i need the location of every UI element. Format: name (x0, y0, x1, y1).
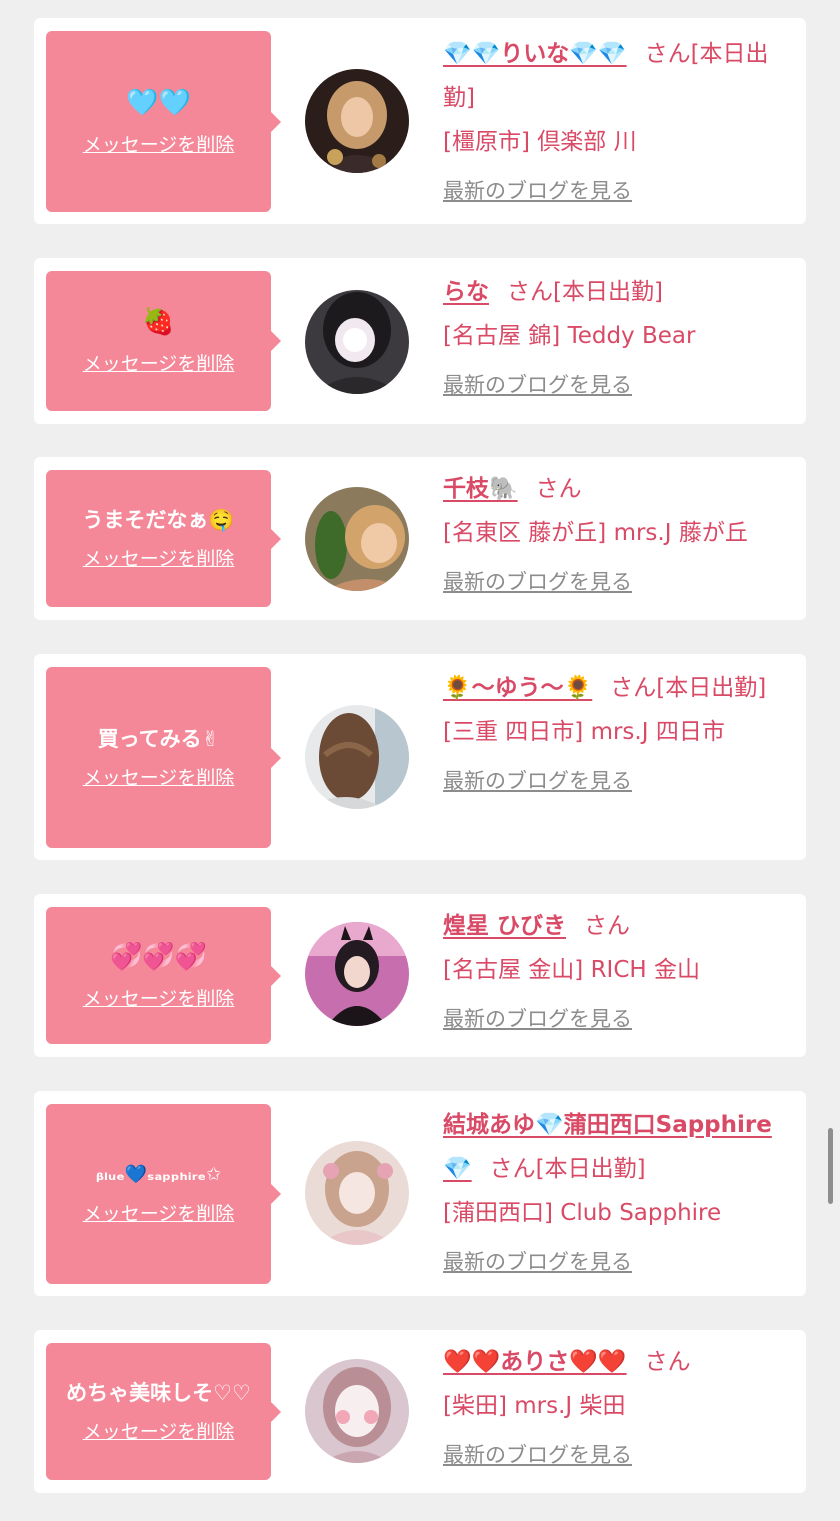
delete-message-link[interactable]: メッセージを削除 (83, 986, 235, 1012)
scrollbar[interactable] (828, 1128, 833, 1204)
shop-info: [橿原市] 倶楽部 川 (443, 129, 637, 155)
honorific: さん (610, 675, 657, 701)
girl-name-link[interactable]: 煌星 ひびき (443, 913, 566, 939)
honorific: さん (507, 279, 553, 305)
message-bubble: うまそだなぁ🤤 メッセージを削除 (46, 470, 281, 607)
honorific: さん (584, 913, 631, 939)
latest-blog-link[interactable]: 最新のブログを見る (443, 567, 632, 597)
work-status: [本日出勤] (656, 675, 767, 701)
shop-info: [柴田] mrs.J 柴田 (443, 1393, 626, 1419)
message-text: 💞💞💞 (109, 941, 208, 972)
honorific: さん (535, 476, 582, 502)
avatar[interactable] (305, 69, 409, 173)
message-bubble: ᵦₗᵤₑ💙ₛₐₚₚₕᵢᵣₑ✩ メッセージを削除 (46, 1104, 281, 1284)
girl-info: 🌻〜ゆう〜🌻 さん[本日出勤] [三重 四日市] mrs.J 四日市 最新のブログ… (443, 666, 795, 796)
message-bubble: 💞💞💞 メッセージを削除 (46, 907, 281, 1044)
latest-blog-link[interactable]: 最新のブログを見る (443, 1004, 632, 1034)
latest-blog-link[interactable]: 最新のブログを見る (443, 176, 632, 206)
delete-message-link[interactable]: メッセージを削除 (83, 351, 235, 377)
list-item: 🩵🩵 メッセージを削除 💎💎りいな💎💎 さん[本日出勤] [橿原市] 倶楽部 川 … (34, 18, 806, 224)
message-bubble: 🩵🩵 メッセージを削除 (46, 31, 281, 212)
list-item: 💞💞💞 メッセージを削除 煌星 ひびき さん [名古屋 金山] RICH 金山 最… (34, 894, 806, 1057)
work-status: [本日出勤] (535, 1156, 646, 1182)
message-text: 🩵🩵 (126, 87, 191, 118)
avatar[interactable] (305, 922, 409, 1026)
girl-info: 煌星 ひびき さん [名古屋 金山] RICH 金山 最新のブログを見る (443, 904, 795, 1034)
girl-info: 結城あゆ💎蒲田西口Sapphire💎 さん[本日出勤] [蒲田西口] Club S… (443, 1103, 795, 1277)
shop-info: [名古屋 錦] Teddy Bear (443, 323, 696, 349)
message-text: うまそだなぁ🤤 (82, 507, 235, 532)
shop-info: [名東区 藤が丘] mrs.J 藤が丘 (443, 520, 748, 546)
latest-blog-link[interactable]: 最新のブログを見る (443, 766, 632, 796)
delete-message-link[interactable]: メッセージを削除 (83, 1419, 235, 1445)
message-bubble: 買ってみる✌ メッセージを削除 (46, 667, 281, 848)
latest-blog-link[interactable]: 最新のブログを見る (443, 1247, 632, 1277)
message-text: めちゃ美味しそ♡♡ (66, 1380, 251, 1405)
avatar[interactable] (305, 1141, 409, 1245)
shop-info: [名古屋 金山] RICH 金山 (443, 957, 700, 983)
girl-info: 💎💎りいな💎💎 さん[本日出勤] [橿原市] 倶楽部 川 最新のブログを見る (443, 32, 795, 206)
list-item: 🍓 メッセージを削除 らな さん[本日出勤] [名古屋 錦] Teddy Bear… (34, 258, 806, 424)
shop-info: [三重 四日市] mrs.J 四日市 (443, 719, 725, 745)
message-text: 🍓 (142, 307, 175, 337)
latest-blog-link[interactable]: 最新のブログを見る (443, 370, 632, 400)
girl-name-link[interactable]: 🌻〜ゆう〜🌻 (443, 675, 592, 701)
honorific: さん (644, 41, 691, 67)
delete-message-link[interactable]: メッセージを削除 (83, 132, 235, 158)
girl-name-link[interactable]: らな (443, 279, 489, 305)
girl-name-link[interactable]: 千枝🐘 (443, 476, 518, 502)
girl-name-link[interactable]: ❤️❤️ありさ❤️❤️ (443, 1349, 627, 1375)
list-item: ᵦₗᵤₑ💙ₛₐₚₚₕᵢᵣₑ✩ メッセージを削除 結城あゆ💎蒲田西口Sapphir… (34, 1091, 806, 1296)
girl-info: ❤️❤️ありさ❤️❤️ さん [柴田] mrs.J 柴田 最新のブログを見る (443, 1340, 795, 1470)
shop-info: [蒲田西口] Club Sapphire (443, 1200, 722, 1226)
honorific: さん (489, 1156, 536, 1182)
message-bubble: 🍓 メッセージを削除 (46, 271, 281, 411)
message-text: ᵦₗᵤₑ💙ₛₐₚₚₕᵢᵣₑ✩ (95, 1164, 222, 1185)
work-status: [本日出勤] (553, 279, 663, 305)
list-item: 買ってみる✌ メッセージを削除 🌻〜ゆう〜🌻 さん[本日出勤] [三重 四日市] … (34, 654, 806, 860)
delete-message-link[interactable]: メッセージを削除 (83, 546, 235, 572)
list-item: めちゃ美味しそ♡♡ メッセージを削除 ❤️❤️ありさ❤️❤️ さん [柴田] mr… (34, 1330, 806, 1493)
avatar[interactable] (305, 1359, 409, 1463)
honorific: さん (644, 1349, 691, 1375)
latest-blog-link[interactable]: 最新のブログを見る (443, 1440, 632, 1470)
avatar[interactable] (305, 487, 409, 591)
girl-name-link[interactable]: 💎💎りいな💎💎 (443, 41, 627, 67)
delete-message-link[interactable]: メッセージを削除 (83, 765, 235, 791)
avatar[interactable] (305, 290, 409, 394)
girl-info: 千枝🐘 さん [名東区 藤が丘] mrs.J 藤が丘 最新のブログを見る (443, 467, 795, 597)
delete-message-link[interactable]: メッセージを削除 (83, 1201, 235, 1227)
girl-info: らな さん[本日出勤] [名古屋 錦] Teddy Bear 最新のブログを見る (443, 270, 795, 400)
list-item: うまそだなぁ🤤 メッセージを削除 千枝🐘 さん [名東区 藤が丘] mrs.J 藤… (34, 457, 806, 620)
message-text: 買ってみる✌ (97, 726, 220, 751)
message-bubble: めちゃ美味しそ♡♡ メッセージを削除 (46, 1343, 281, 1480)
avatar[interactable] (305, 705, 409, 809)
